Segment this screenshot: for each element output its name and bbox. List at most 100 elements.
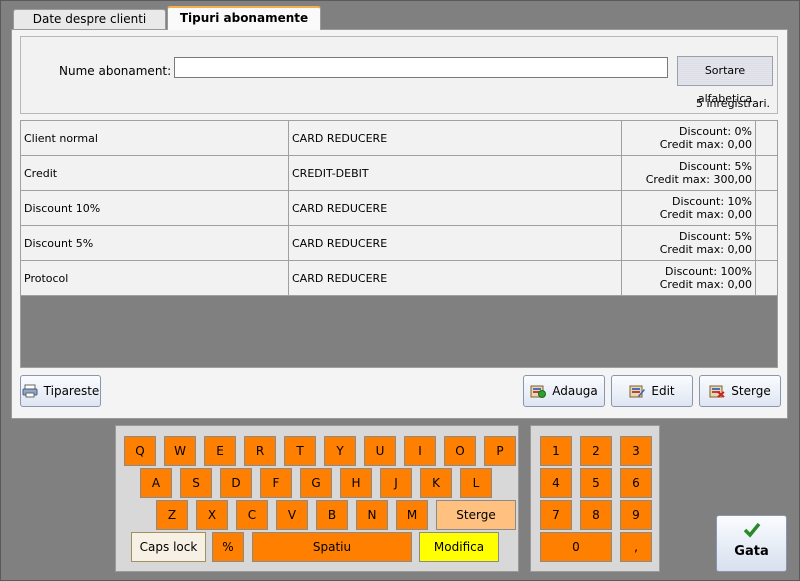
key-p[interactable]: P (484, 436, 516, 466)
key-h[interactable]: H (340, 468, 372, 498)
row-name: Protocol (24, 272, 69, 285)
name-filter-input[interactable] (174, 57, 668, 78)
add-button[interactable]: Adauga (523, 375, 605, 407)
tab-tipuri-abonamente[interactable]: Tipuri abonamente (167, 6, 321, 30)
row-name: Client normal (24, 132, 98, 145)
sort-alphabetical-button[interactable]: Sortare alfabetica (677, 56, 773, 105)
key-i[interactable]: I (404, 436, 436, 466)
key-0[interactable]: 0 (540, 532, 612, 562)
key-y[interactable]: Y (324, 436, 356, 466)
key-o[interactable]: O (444, 436, 476, 466)
add-label: Adauga (552, 384, 598, 398)
tab-date-despre-clienti[interactable]: Date despre clienti (13, 9, 166, 29)
key-6[interactable]: 6 (620, 468, 652, 498)
row-discount: Discount: 0% (679, 125, 752, 138)
edit-record-icon (629, 384, 646, 398)
numpad: 1 2 3 4 5 6 7 8 9 0 , (530, 425, 660, 572)
table-row[interactable]: Protocol CARD REDUCERE Discount: 100% Cr… (21, 261, 777, 296)
key-u[interactable]: U (364, 436, 396, 466)
row-discount: Discount: 5% (679, 160, 752, 173)
key-1[interactable]: 1 (540, 436, 572, 466)
key-d[interactable]: D (220, 468, 252, 498)
row-name: Discount 10% (24, 202, 101, 215)
key-m[interactable]: M (396, 500, 428, 530)
caps-lock-key[interactable]: Caps lock (131, 532, 206, 562)
column-divider (621, 121, 622, 156)
edit-button[interactable]: Edit (611, 375, 693, 407)
row-type: CARD REDUCERE (292, 202, 388, 215)
column-divider (755, 156, 756, 191)
onscreen-keyboard: Q W E R T Y U I O P A S D F G H J K L Z … (115, 425, 519, 572)
key-t[interactable]: T (284, 436, 316, 466)
name-filter-label: Nume abonament: (59, 64, 172, 78)
row-type: CARD REDUCERE (292, 132, 388, 145)
printer-icon (22, 384, 38, 398)
filter-box: Nume abonament: Sortare alfabetica 5 inr… (20, 36, 778, 114)
key-b[interactable]: B (316, 500, 348, 530)
row-credit: Credit max: 0,00 (659, 278, 752, 291)
row-name: Credit (24, 167, 58, 180)
key-9[interactable]: 9 (620, 500, 652, 530)
key-percent[interactable]: % (212, 532, 244, 562)
column-divider (288, 226, 289, 261)
column-divider (288, 121, 289, 156)
backspace-key[interactable]: Sterge (436, 500, 516, 530)
key-r[interactable]: R (244, 436, 276, 466)
key-n[interactable]: N (356, 500, 388, 530)
subscriptions-panel: Nume abonament: Sortare alfabetica 5 inr… (11, 29, 788, 419)
key-comma[interactable]: , (620, 532, 652, 562)
key-q[interactable]: Q (124, 436, 156, 466)
row-discount: Discount: 10% (672, 195, 752, 208)
key-g[interactable]: G (300, 468, 332, 498)
key-7[interactable]: 7 (540, 500, 572, 530)
row-terms: Discount: 5% Credit max: 0,00 (660, 230, 752, 256)
done-button[interactable]: Gata (716, 515, 787, 572)
delete-label: Sterge (731, 384, 771, 398)
column-divider (621, 156, 622, 191)
row-name: Discount 5% (24, 237, 94, 250)
key-e[interactable]: E (204, 436, 236, 466)
key-f[interactable]: F (260, 468, 292, 498)
key-4[interactable]: 4 (540, 468, 572, 498)
row-credit: Credit max: 0,00 (659, 208, 752, 221)
key-k[interactable]: K (420, 468, 452, 498)
table-row[interactable]: Discount 10% CARD REDUCERE Discount: 10%… (21, 191, 777, 226)
row-terms: Discount: 100% Credit max: 0,00 (660, 265, 752, 291)
delete-button[interactable]: Sterge (699, 375, 781, 407)
modify-key[interactable]: Modifica (419, 532, 499, 562)
row-terms: Discount: 5% Credit max: 300,00 (646, 160, 752, 186)
row-type: CARD REDUCERE (292, 272, 388, 285)
row-type: CREDIT-DEBIT (292, 167, 369, 180)
column-divider (755, 261, 756, 296)
print-button[interactable]: Tipareste (20, 375, 101, 407)
edit-label: Edit (651, 384, 675, 398)
table-row[interactable]: Client normal CARD REDUCERE Discount: 0%… (21, 121, 777, 156)
space-key[interactable]: Spatiu (252, 532, 412, 562)
key-5[interactable]: 5 (580, 468, 612, 498)
key-3[interactable]: 3 (620, 436, 652, 466)
key-2[interactable]: 2 (580, 436, 612, 466)
key-z[interactable]: Z (156, 500, 188, 530)
column-divider (621, 191, 622, 226)
column-divider (755, 226, 756, 261)
table-row[interactable]: Discount 5% CARD REDUCERE Discount: 5% C… (21, 226, 777, 261)
key-l[interactable]: L (460, 468, 492, 498)
key-c[interactable]: C (236, 500, 268, 530)
delete-record-icon (709, 384, 725, 398)
table-row[interactable]: Credit CREDIT-DEBIT Discount: 5% Credit … (21, 156, 777, 191)
row-credit: Credit max: 0,00 (659, 138, 752, 151)
key-s[interactable]: S (180, 468, 212, 498)
key-w[interactable]: W (164, 436, 196, 466)
column-divider (288, 191, 289, 226)
row-credit: Credit max: 300,00 (645, 173, 752, 186)
key-x[interactable]: X (196, 500, 228, 530)
row-type: CARD REDUCERE (292, 237, 388, 250)
key-j[interactable]: J (380, 468, 412, 498)
key-v[interactable]: V (276, 500, 308, 530)
column-divider (755, 191, 756, 226)
key-a[interactable]: A (140, 468, 172, 498)
record-count: 5 inregistrari. (696, 97, 770, 110)
done-label: Gata (734, 544, 769, 559)
row-terms: Discount: 10% Credit max: 0,00 (660, 195, 752, 221)
key-8[interactable]: 8 (580, 500, 612, 530)
